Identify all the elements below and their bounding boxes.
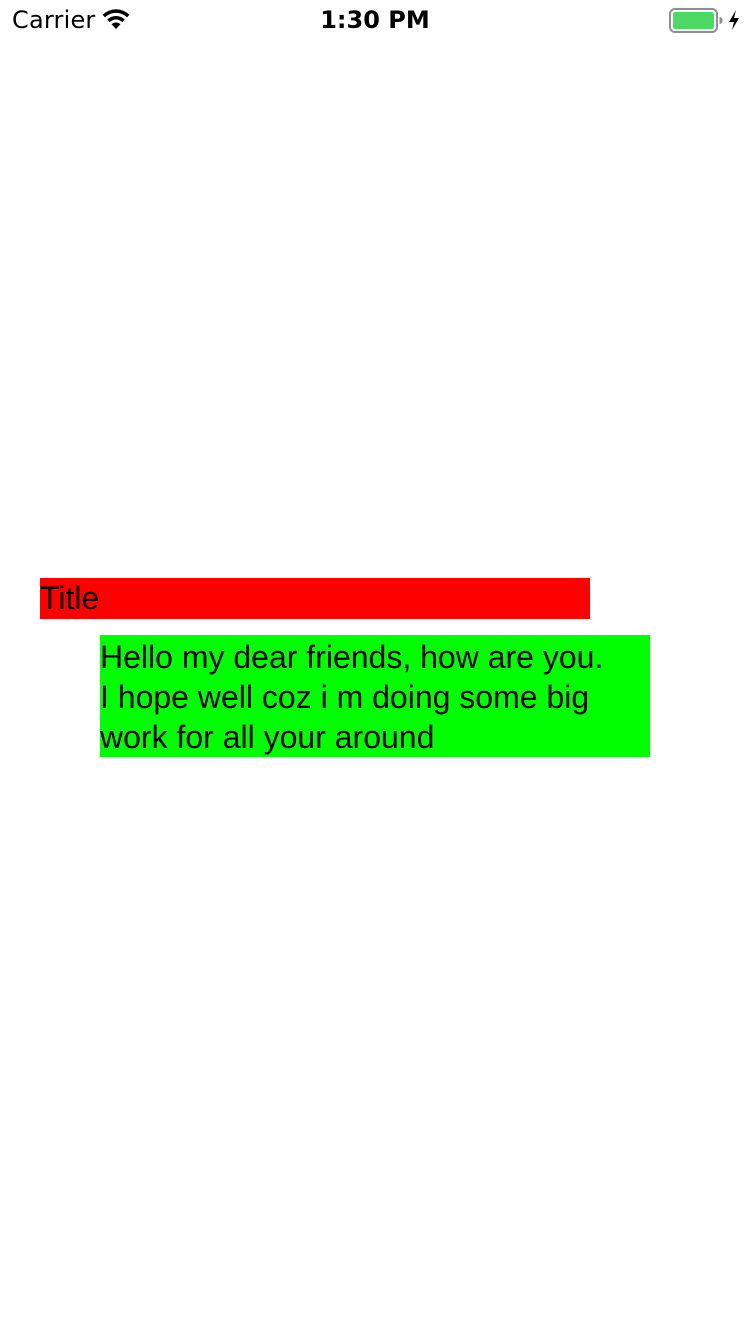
- status-bar: Carrier 1:30 PM: [0, 0, 750, 40]
- charging-icon: [729, 10, 739, 30]
- body-text-label: Hello my dear friends, how are you. I ho…: [100, 635, 650, 757]
- body-text-line: work for all your around: [100, 719, 435, 755]
- status-time: 1:30 PM: [320, 6, 430, 34]
- body-text-line: Hello my dear friends, how are you.: [100, 639, 604, 675]
- battery-icon: [669, 8, 723, 33]
- body-text-line: I hope well coz i m doing some big: [100, 679, 590, 715]
- title-label: Title: [40, 578, 590, 619]
- app-screen: Carrier 1:30 PM Title Hello my dear frie…: [0, 0, 750, 1334]
